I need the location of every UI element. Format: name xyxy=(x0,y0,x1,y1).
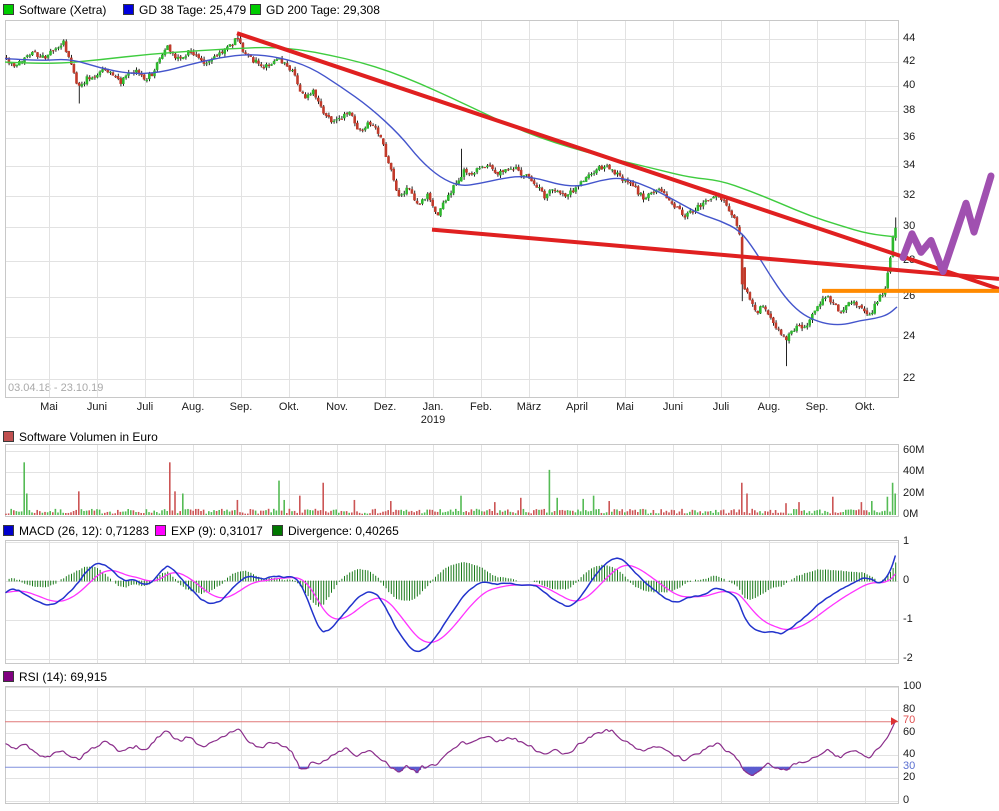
macd-legend-divergence: Divergence: 0,40265 xyxy=(272,524,399,538)
rsi-tick-label: 20 xyxy=(903,771,915,783)
rsi-tick-label: 40 xyxy=(903,748,915,760)
series-label: Software (Xetra) xyxy=(19,3,106,17)
month-label: Dez. xyxy=(361,401,409,413)
month-label: Juli xyxy=(697,401,745,413)
gd38-swatch-icon xyxy=(123,4,134,15)
month-label: Juni xyxy=(649,401,697,413)
macd-tick-label: 1 xyxy=(903,535,909,547)
price-tick-label: 40 xyxy=(903,79,915,91)
exp-swatch-icon xyxy=(155,525,166,536)
month-label: Mai xyxy=(25,401,73,413)
price-tick-label: 38 xyxy=(903,104,915,116)
month-label: Sep. xyxy=(217,401,265,413)
price-tick-label: 44 xyxy=(903,32,915,44)
gd200-swatch-icon xyxy=(250,4,261,15)
price-tick-label: 30 xyxy=(903,220,915,232)
month-label: Sep. xyxy=(793,401,841,413)
volume-tick-label: 20M xyxy=(903,487,924,499)
price-legend-gd38: GD 38 Tage: 25,479 xyxy=(123,3,246,17)
month-label: März xyxy=(505,401,553,413)
volume-tick-label: 40M xyxy=(903,465,924,477)
gd200-label: GD 200 Tage: 29,308 xyxy=(266,3,380,17)
price-tick-label: 32 xyxy=(903,189,915,201)
volume-swatch-icon xyxy=(3,431,14,442)
macd-legend-macd: MACD (26, 12): 0,71283 xyxy=(3,524,149,538)
month-label: Jan. xyxy=(409,401,457,413)
macd-swatch-icon xyxy=(3,525,14,536)
price-tick-label: 42 xyxy=(903,55,915,67)
rsi-swatch-icon xyxy=(3,671,14,682)
price-tick-label: 36 xyxy=(903,131,915,143)
month-label: Feb. xyxy=(457,401,505,413)
month-label: April xyxy=(553,401,601,413)
rsi-tick-label: 100 xyxy=(903,680,921,692)
volume-tick-label: 60M xyxy=(903,444,924,456)
price-tick-label: 24 xyxy=(903,330,915,342)
macd-tick-label: -1 xyxy=(903,613,913,625)
macd-label: MACD (26, 12): 0,71283 xyxy=(19,524,149,538)
month-label: Mai xyxy=(601,401,649,413)
month-label: Juli xyxy=(121,401,169,413)
month-label: Aug. xyxy=(745,401,793,413)
year-label: 2019 xyxy=(409,414,457,426)
divergence-swatch-icon xyxy=(272,525,283,536)
volume-legend: Software Volumen in Euro xyxy=(3,430,158,444)
gd38-label: GD 38 Tage: 25,479 xyxy=(139,3,246,17)
macd-tick-label: -2 xyxy=(903,652,913,664)
rsi-tick-label: 60 xyxy=(903,726,915,738)
rsi-tick-label: 70 xyxy=(903,714,915,726)
exp-label: EXP (9): 0,31017 xyxy=(171,524,263,538)
month-label: Aug. xyxy=(169,401,217,413)
price-tick-label: 22 xyxy=(903,372,915,384)
stock-chart-page: Software (Xetra) GD 38 Tage: 25,479 GD 2… xyxy=(0,0,999,811)
divergence-label: Divergence: 0,40265 xyxy=(288,524,399,538)
rsi-legend: RSI (14): 69,915 xyxy=(3,670,107,684)
macd-legend-exp: EXP (9): 0,31017 xyxy=(155,524,263,538)
price-tick-label: 26 xyxy=(903,290,915,302)
price-tick-label: 28 xyxy=(903,254,915,266)
rsi-tick-label: 80 xyxy=(903,703,915,715)
month-label: Juni xyxy=(73,401,121,413)
month-label: Okt. xyxy=(265,401,313,413)
price-tick-label: 34 xyxy=(903,159,915,171)
month-label: Okt. xyxy=(841,401,889,413)
volume-tick-label: 0M xyxy=(903,508,918,520)
rsi-tick-label: 30 xyxy=(903,760,915,772)
price-legend-series: Software (Xetra) xyxy=(3,3,106,17)
rsi-tick-label: 0 xyxy=(903,794,909,806)
macd-tick-label: 0 xyxy=(903,574,909,586)
month-label: Nov. xyxy=(313,401,361,413)
rsi-label: RSI (14): 69,915 xyxy=(19,670,107,684)
date-range-label: 03.04.18 - 23.10.19 xyxy=(8,382,103,394)
price-legend-gd200: GD 200 Tage: 29,308 xyxy=(250,3,380,17)
series-swatch-icon xyxy=(3,4,14,15)
volume-label: Software Volumen in Euro xyxy=(19,430,158,444)
